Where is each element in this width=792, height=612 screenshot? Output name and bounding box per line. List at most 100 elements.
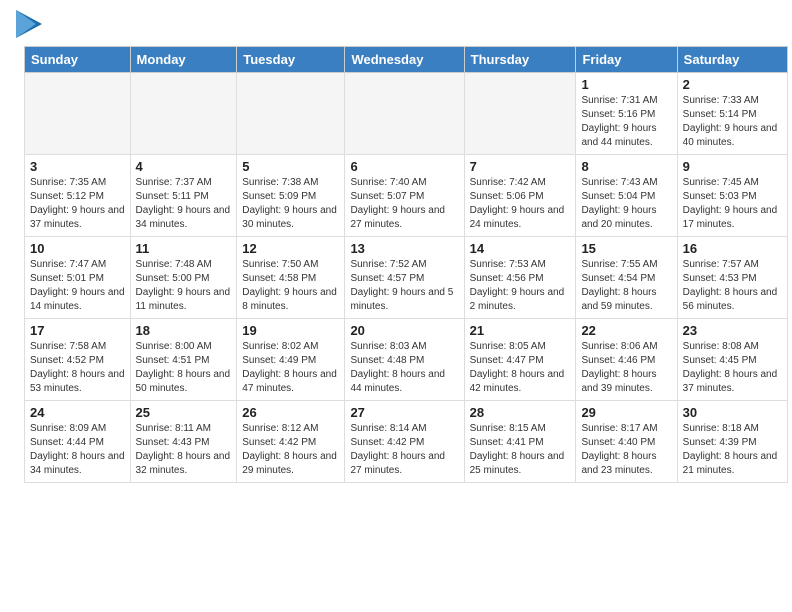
cal-cell: 30 Sunrise: 8:18 AM Sunset: 4:39 PM Dayli…: [677, 401, 787, 483]
cell-info: Sunrise: 8:09 AM Sunset: 4:44 PM Dayligh…: [30, 422, 125, 478]
cal-cell: 16 Sunrise: 7:57 AM Sunset: 4:53 PM Dayli…: [677, 237, 787, 319]
day-number: 20: [350, 323, 458, 338]
cell-info: Sunrise: 7:47 AM Sunset: 5:01 PM Dayligh…: [30, 258, 125, 314]
cal-cell: 2 Sunrise: 7:33 AM Sunset: 5:14 PM Daylig…: [677, 73, 787, 155]
cell-info: Sunrise: 7:53 AM Sunset: 4:56 PM Dayligh…: [470, 258, 571, 314]
day-header-thursday: Thursday: [464, 47, 576, 73]
cell-info: Sunrise: 7:35 AM Sunset: 5:12 PM Dayligh…: [30, 176, 125, 232]
day-number: 6: [350, 159, 458, 174]
day-number: 18: [136, 323, 232, 338]
day-number: 24: [30, 405, 125, 420]
day-number: 21: [470, 323, 571, 338]
cal-cell: 25 Sunrise: 8:11 AM Sunset: 4:43 PM Dayli…: [130, 401, 237, 483]
cell-info: Sunrise: 7:57 AM Sunset: 4:53 PM Dayligh…: [683, 258, 782, 314]
day-number: 15: [581, 241, 671, 256]
cal-cell: 12 Sunrise: 7:50 AM Sunset: 4:58 PM Dayli…: [237, 237, 345, 319]
cal-cell: 22 Sunrise: 8:06 AM Sunset: 4:46 PM Dayli…: [576, 319, 677, 401]
cal-cell: 29 Sunrise: 8:17 AM Sunset: 4:40 PM Dayli…: [576, 401, 677, 483]
cell-info: Sunrise: 8:03 AM Sunset: 4:48 PM Dayligh…: [350, 340, 458, 396]
cell-info: Sunrise: 8:05 AM Sunset: 4:47 PM Dayligh…: [470, 340, 571, 396]
cal-cell: [237, 73, 345, 155]
cal-cell: 19 Sunrise: 8:02 AM Sunset: 4:49 PM Dayli…: [237, 319, 345, 401]
logo-icon: [16, 10, 42, 38]
cell-info: Sunrise: 8:11 AM Sunset: 4:43 PM Dayligh…: [136, 422, 232, 478]
cal-cell: 21 Sunrise: 8:05 AM Sunset: 4:47 PM Dayli…: [464, 319, 576, 401]
cal-cell: 11 Sunrise: 7:48 AM Sunset: 5:00 PM Dayli…: [130, 237, 237, 319]
day-number: 8: [581, 159, 671, 174]
day-number: 9: [683, 159, 782, 174]
cal-cell: 7 Sunrise: 7:42 AM Sunset: 5:06 PM Daylig…: [464, 155, 576, 237]
cell-info: Sunrise: 7:37 AM Sunset: 5:11 PM Dayligh…: [136, 176, 232, 232]
day-number: 19: [242, 323, 339, 338]
cal-cell: 3 Sunrise: 7:35 AM Sunset: 5:12 PM Daylig…: [25, 155, 131, 237]
cell-info: Sunrise: 7:52 AM Sunset: 4:57 PM Dayligh…: [350, 258, 458, 314]
day-number: 11: [136, 241, 232, 256]
cal-cell: 15 Sunrise: 7:55 AM Sunset: 4:54 PM Dayli…: [576, 237, 677, 319]
cal-cell: 5 Sunrise: 7:38 AM Sunset: 5:09 PM Daylig…: [237, 155, 345, 237]
cal-cell: 26 Sunrise: 8:12 AM Sunset: 4:42 PM Dayli…: [237, 401, 345, 483]
cal-cell: 20 Sunrise: 8:03 AM Sunset: 4:48 PM Dayli…: [345, 319, 464, 401]
cal-cell: 24 Sunrise: 8:09 AM Sunset: 4:44 PM Dayli…: [25, 401, 131, 483]
cell-info: Sunrise: 8:18 AM Sunset: 4:39 PM Dayligh…: [683, 422, 782, 478]
cal-cell: 8 Sunrise: 7:43 AM Sunset: 5:04 PM Daylig…: [576, 155, 677, 237]
cal-cell: 27 Sunrise: 8:14 AM Sunset: 4:42 PM Dayli…: [345, 401, 464, 483]
cell-info: Sunrise: 8:17 AM Sunset: 4:40 PM Dayligh…: [581, 422, 671, 478]
day-number: 26: [242, 405, 339, 420]
day-number: 22: [581, 323, 671, 338]
calendar: SundayMondayTuesdayWednesdayThursdayFrid…: [24, 46, 788, 483]
day-header-friday: Friday: [576, 47, 677, 73]
cal-cell: 4 Sunrise: 7:37 AM Sunset: 5:11 PM Daylig…: [130, 155, 237, 237]
cal-cell: 13 Sunrise: 7:52 AM Sunset: 4:57 PM Dayli…: [345, 237, 464, 319]
day-number: 7: [470, 159, 571, 174]
cell-info: Sunrise: 7:50 AM Sunset: 4:58 PM Dayligh…: [242, 258, 339, 314]
day-number: 29: [581, 405, 671, 420]
cell-info: Sunrise: 8:15 AM Sunset: 4:41 PM Dayligh…: [470, 422, 571, 478]
day-number: 10: [30, 241, 125, 256]
day-number: 4: [136, 159, 232, 174]
cell-info: Sunrise: 7:45 AM Sunset: 5:03 PM Dayligh…: [683, 176, 782, 232]
cal-cell: 9 Sunrise: 7:45 AM Sunset: 5:03 PM Daylig…: [677, 155, 787, 237]
day-number: 25: [136, 405, 232, 420]
cell-info: Sunrise: 8:12 AM Sunset: 4:42 PM Dayligh…: [242, 422, 339, 478]
cal-cell: [345, 73, 464, 155]
cell-info: Sunrise: 8:08 AM Sunset: 4:45 PM Dayligh…: [683, 340, 782, 396]
day-number: 1: [581, 77, 671, 92]
cell-info: Sunrise: 7:31 AM Sunset: 5:16 PM Dayligh…: [581, 94, 671, 150]
cell-info: Sunrise: 8:02 AM Sunset: 4:49 PM Dayligh…: [242, 340, 339, 396]
cell-info: Sunrise: 7:33 AM Sunset: 5:14 PM Dayligh…: [683, 94, 782, 150]
cell-info: Sunrise: 8:14 AM Sunset: 4:42 PM Dayligh…: [350, 422, 458, 478]
cal-cell: 17 Sunrise: 7:58 AM Sunset: 4:52 PM Dayli…: [25, 319, 131, 401]
cell-info: Sunrise: 7:43 AM Sunset: 5:04 PM Dayligh…: [581, 176, 671, 232]
cal-cell: 14Sunrise: 7:53 AM Sunset: 4:56 PM Dayli…: [464, 237, 576, 319]
cal-cell: 18 Sunrise: 8:00 AM Sunset: 4:51 PM Dayli…: [130, 319, 237, 401]
cell-info: Sunrise: 7:38 AM Sunset: 5:09 PM Dayligh…: [242, 176, 339, 232]
cal-cell: [464, 73, 576, 155]
cal-cell: 1 Sunrise: 7:31 AM Sunset: 5:16 PM Daylig…: [576, 73, 677, 155]
day-number: 16: [683, 241, 782, 256]
day-header-sunday: Sunday: [25, 47, 131, 73]
day-number: 2: [683, 77, 782, 92]
cal-cell: [25, 73, 131, 155]
cell-info: Sunrise: 7:40 AM Sunset: 5:07 PM Dayligh…: [350, 176, 458, 232]
cell-info: Sunrise: 8:06 AM Sunset: 4:46 PM Dayligh…: [581, 340, 671, 396]
day-number: 28: [470, 405, 571, 420]
cell-info: Sunrise: 7:58 AM Sunset: 4:52 PM Dayligh…: [30, 340, 125, 396]
day-header-wednesday: Wednesday: [345, 47, 464, 73]
day-number: 27: [350, 405, 458, 420]
day-number: 30: [683, 405, 782, 420]
cal-cell: 23Sunrise: 8:08 AM Sunset: 4:45 PM Dayli…: [677, 319, 787, 401]
day-number: 12: [242, 241, 339, 256]
day-header-tuesday: Tuesday: [237, 47, 345, 73]
cal-cell: 10 Sunrise: 7:47 AM Sunset: 5:01 PM Dayli…: [25, 237, 131, 319]
day-number: 13: [350, 241, 458, 256]
day-number: 5: [242, 159, 339, 174]
day-number: 3: [30, 159, 125, 174]
cal-cell: [130, 73, 237, 155]
day-number: 17: [30, 323, 125, 338]
logo: [14, 10, 42, 38]
cell-info: Sunrise: 8:00 AM Sunset: 4:51 PM Dayligh…: [136, 340, 232, 396]
cal-cell: 6 Sunrise: 7:40 AM Sunset: 5:07 PM Daylig…: [345, 155, 464, 237]
cell-info: Sunrise: 7:48 AM Sunset: 5:00 PM Dayligh…: [136, 258, 232, 314]
cell-info: Sunrise: 7:55 AM Sunset: 4:54 PM Dayligh…: [581, 258, 671, 314]
cell-info: Sunrise: 7:42 AM Sunset: 5:06 PM Dayligh…: [470, 176, 571, 232]
